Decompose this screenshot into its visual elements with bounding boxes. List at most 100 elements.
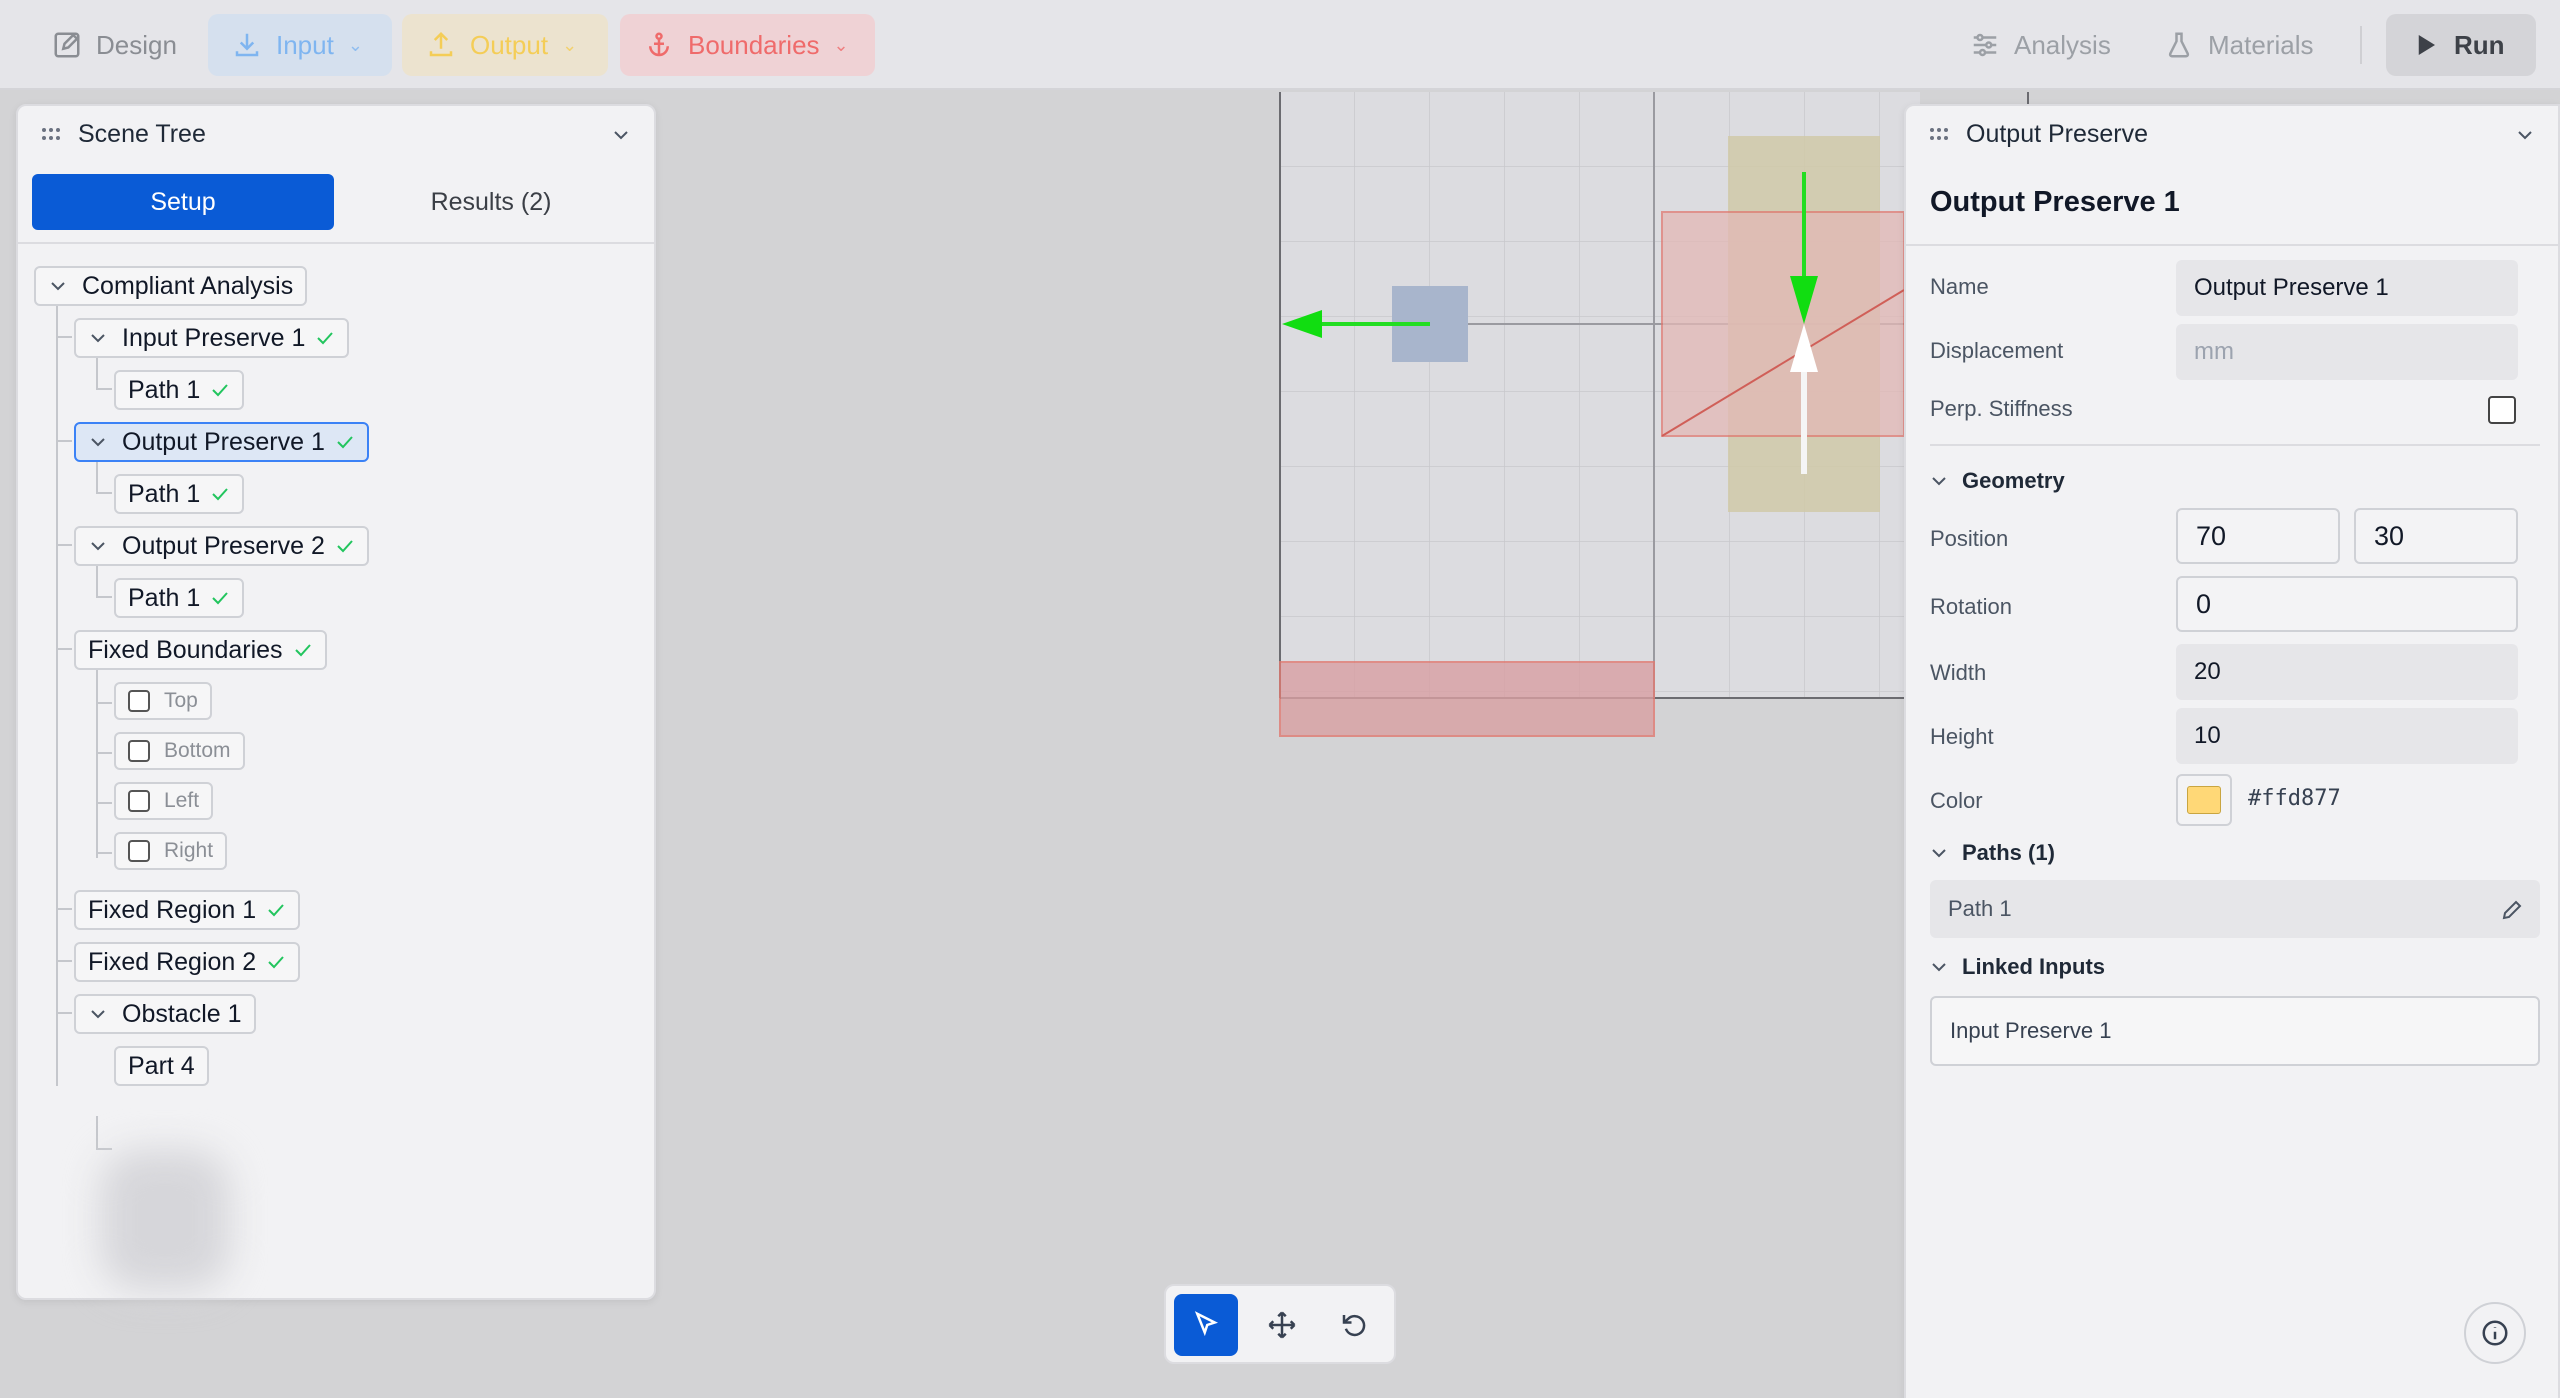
linked-input-select[interactable]: Input Preserve 1 (1930, 996, 2540, 1066)
tree-item-boundary-right[interactable]: Right (114, 832, 228, 870)
tree-item-input-preserve-1[interactable]: Input Preserve 1 (74, 318, 350, 358)
tree-line (96, 596, 112, 598)
cursor-icon (1194, 1311, 1219, 1337)
output-preserve-2[interactable] (1661, 211, 1905, 437)
tree-line (96, 668, 98, 858)
chevron-down-icon[interactable] (48, 276, 68, 296)
scene-tabs: Setup Results (2) (32, 174, 642, 232)
paths-label: Paths (1) (1962, 840, 2055, 865)
paths-section-toggle[interactable]: Paths (1) (1930, 840, 2055, 866)
scene-tree-header: Scene Tree (18, 106, 654, 162)
tree-item-obstacle-1[interactable]: Obstacle 1 (74, 994, 256, 1034)
tree-item-output-preserve-2[interactable]: Output Preserve 2 (74, 526, 369, 566)
chevron-down-icon: ⌄ (833, 34, 849, 55)
boundaries-menu-button[interactable]: Boundaries ⌄ (620, 14, 875, 76)
tree-line (56, 1012, 72, 1014)
boundary-left-checkbox[interactable] (128, 790, 150, 812)
check-icon (294, 644, 311, 657)
position-x-input[interactable]: 70 (2176, 508, 2340, 564)
tree-item-boundary-top[interactable]: Top (114, 682, 212, 720)
linked-inputs-section-toggle[interactable]: Linked Inputs (1930, 954, 2105, 980)
height-field[interactable]: 10 (2176, 708, 2518, 764)
check-icon (337, 436, 353, 449)
properties-panel: Output Preserve Output Preserve 1 Name O… (1904, 104, 2560, 1398)
tree-item-label: Path 1 (128, 479, 201, 508)
tree-line (96, 388, 112, 390)
path-label: Path 1 (1948, 896, 2012, 921)
download-icon (235, 33, 259, 57)
tree-item-fixed-boundaries[interactable]: Fixed Boundaries (74, 630, 327, 670)
tree-item-boundary-bottom[interactable]: Bottom (114, 732, 245, 770)
tab-results[interactable]: Results (2) (340, 174, 642, 230)
width-field[interactable]: 20 (2176, 644, 2518, 700)
tree-item-compliant-analysis[interactable]: Compliant Analysis (34, 266, 308, 306)
check-icon (268, 956, 284, 969)
tree-item-path[interactable]: Path 1 (114, 370, 245, 410)
tree-line (56, 440, 72, 442)
check-icon (268, 904, 284, 917)
play-icon (2418, 35, 2435, 55)
tree-item-label: Fixed Boundaries (88, 635, 283, 664)
output-menu-button[interactable]: Output ⌄ (402, 14, 608, 76)
chevron-down-icon[interactable] (88, 536, 108, 556)
chevron-down-icon[interactable] (88, 328, 108, 348)
name-label: Name (1930, 274, 1989, 299)
tree-line (96, 1116, 98, 1148)
boundary-top-checkbox[interactable] (128, 690, 150, 712)
tree-item-label: Part 4 (128, 1051, 195, 1080)
top-toolbar: Design Input ⌄ Output ⌄ Boundaries ⌄ Ana… (0, 0, 2560, 90)
chevron-down-icon[interactable] (610, 124, 632, 146)
chevron-down-icon[interactable] (88, 1004, 108, 1024)
run-button[interactable]: Run (2386, 14, 2536, 76)
color-swatch[interactable] (2176, 774, 2232, 826)
tree-item-path[interactable]: Path 1 (114, 578, 245, 618)
position-y-input[interactable]: 30 (2354, 508, 2518, 564)
info-icon (2482, 1320, 2508, 1346)
section-divider (1930, 444, 2540, 446)
rotate-tool-button[interactable] (1322, 1294, 1386, 1356)
geometry-section-toggle[interactable]: Geometry (1930, 468, 2065, 494)
move-tool-button[interactable] (1250, 1294, 1314, 1356)
fixed-region-1[interactable] (1279, 661, 1655, 737)
name-field[interactable]: Output Preserve 1 (2176, 260, 2518, 316)
path-list-item[interactable]: Path 1 (1930, 880, 2540, 938)
scene-tree-panel: Scene Tree Setup Results (2) Compliant A… (16, 104, 656, 1300)
tree-item-boundary-left[interactable]: Left (114, 782, 214, 820)
tree-item-fixed-region-2[interactable]: Fixed Region 2 (74, 942, 301, 982)
tree-item-part-4[interactable]: Part 4 (114, 1046, 209, 1086)
chevron-down-icon[interactable] (2514, 124, 2536, 146)
rotate-icon (1342, 1314, 1366, 1337)
tree-item-fixed-region-1[interactable]: Fixed Region 1 (74, 890, 301, 930)
perp-stiffness-label: Perp. Stiffness (1930, 396, 2073, 421)
perp-stiffness-checkbox[interactable] (2488, 396, 2516, 424)
info-button[interactable] (2464, 1302, 2526, 1364)
output-label: Output (470, 29, 549, 60)
chevron-down-icon[interactable] (88, 432, 108, 452)
tree-line (56, 304, 58, 1086)
select-tool-button[interactable] (1174, 1294, 1238, 1356)
pencil-icon[interactable] (2500, 898, 2524, 922)
run-label: Run (2454, 29, 2505, 60)
tree-item-output-preserve-1[interactable]: Output Preserve 1 (74, 422, 369, 462)
displacement-field[interactable]: mm (2176, 324, 2518, 380)
boundary-bottom-checkbox[interactable] (128, 740, 150, 762)
rotation-input[interactable]: 0 (2176, 576, 2518, 632)
drag-handle-icon[interactable] (40, 123, 62, 145)
tree-item-path[interactable]: Path 1 (114, 474, 245, 514)
materials-button[interactable]: Materials (2140, 14, 2337, 76)
tab-setup[interactable]: Setup (32, 174, 334, 230)
check-icon (212, 384, 229, 397)
boundaries-label: Boundaries (688, 29, 820, 60)
tree-item-label: Compliant Analysis (82, 271, 294, 300)
tree-item-label: Output Preserve 2 (122, 531, 325, 560)
input-menu-button[interactable]: Input ⌄ (208, 14, 392, 76)
boundary-right-checkbox[interactable] (128, 840, 150, 862)
analysis-button[interactable]: Analysis (1946, 14, 2135, 76)
tree-line (96, 802, 112, 804)
design-button[interactable]: Design (28, 14, 201, 76)
chevron-down-icon (1932, 477, 1946, 486)
materials-label: Materials (2208, 29, 2314, 60)
properties-header: Output Preserve (1906, 106, 2558, 162)
drag-handle-icon[interactable] (1928, 123, 1950, 145)
chevron-down-icon (1932, 963, 1946, 972)
